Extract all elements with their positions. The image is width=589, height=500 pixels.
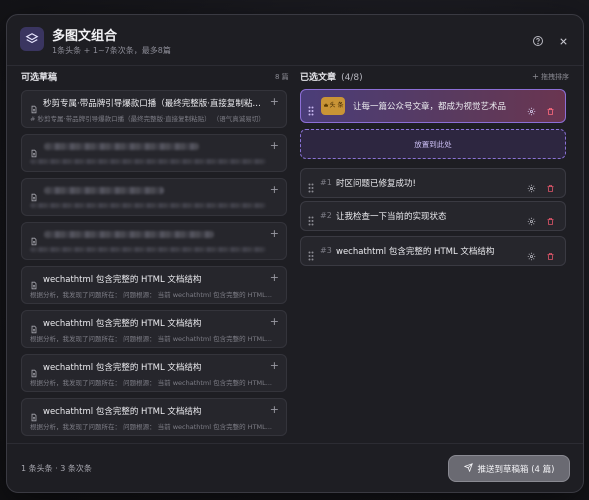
- blurred-snippet: [30, 247, 266, 252]
- draft-card[interactable]: wechathtml 包含完整的 HTML 文档结构根据分析，我发现了问题所在：…: [21, 310, 287, 348]
- push-button-label: 推送到草稿箱 (4 篇): [477, 464, 555, 475]
- article-title: 让我检查一下当前的实现状态: [336, 212, 447, 222]
- drop-zone[interactable]: 放置到此处: [300, 129, 566, 159]
- article-index: #3: [320, 246, 332, 255]
- plus-icon[interactable]: +: [270, 96, 279, 107]
- trash-icon[interactable]: [546, 211, 555, 230]
- blurred-snippet: [30, 203, 266, 208]
- move-icon: [532, 73, 539, 82]
- draft-snippet: 根据分析，我发现了问题所在： 问题根源： 当前 wechathtml 包含完整的…: [30, 335, 272, 343]
- draft-title: wechathtml 包含完整的 HTML 文档结构: [43, 275, 202, 285]
- gear-icon[interactable]: [527, 246, 536, 265]
- article-title: wechathtml 包含完整的 HTML 文档结构: [336, 247, 495, 257]
- plus-icon[interactable]: +: [270, 184, 279, 195]
- plus-icon[interactable]: +: [270, 228, 279, 239]
- draft-title: wechathtml 包含完整的 HTML 文档结构: [43, 363, 202, 373]
- help-circle-icon[interactable]: [530, 33, 546, 49]
- plus-icon[interactable]: +: [270, 272, 279, 283]
- plus-icon[interactable]: +: [270, 140, 279, 151]
- sort-hint: 拖拽排序: [532, 72, 569, 82]
- drag-handle-icon[interactable]: [308, 101, 314, 120]
- layers-icon: [20, 27, 44, 51]
- dialog-header: 多图文组合 1条头条 + 1~7条次条，最多8篇: [7, 15, 583, 65]
- draft-snippet: 根据分析，我发现了问题所在： 问题根源： 当前 wechathtml 包含完整的…: [30, 423, 272, 431]
- blurred-title: [44, 143, 199, 150]
- multi-article-dialog: 多图文组合 1条头条 + 1~7条次条，最多8篇 可选草稿 8 篇 秒剪专属·带…: [6, 14, 584, 493]
- available-count: 8 篇: [275, 73, 289, 81]
- selected-count: (4/8): [341, 73, 363, 83]
- drag-handle-icon[interactable]: [308, 178, 314, 197]
- drag-handle-icon[interactable]: [308, 246, 314, 265]
- plus-icon[interactable]: +: [270, 404, 279, 415]
- headline-article[interactable]: 头 条 让每一篇公众号文章，都成为视觉艺术品: [300, 89, 566, 123]
- blurred-title: [44, 187, 164, 194]
- draft-card[interactable]: +: [21, 134, 287, 172]
- blurred-title: [44, 231, 214, 238]
- crown-icon: [323, 102, 329, 110]
- close-icon[interactable]: [555, 33, 571, 49]
- blurred-snippet: [30, 159, 266, 164]
- headline-badge-text: 头 条: [329, 102, 344, 109]
- article-title: 时区问题已修复成功!: [336, 179, 416, 189]
- header-divider: [7, 65, 583, 66]
- footer-divider: [7, 443, 583, 444]
- trash-icon[interactable]: [546, 246, 555, 265]
- dialog-title: 多图文组合: [52, 29, 118, 44]
- plus-icon[interactable]: +: [270, 360, 279, 371]
- drag-handle-icon[interactable]: [308, 211, 314, 230]
- gear-icon[interactable]: [527, 178, 536, 197]
- draft-card[interactable]: wechathtml 包含完整的 HTML 文档结构根据分析，我发现了问题所在：…: [21, 398, 287, 436]
- footer-summary: 1 条头条 · 3 条次条: [21, 464, 92, 473]
- draft-card[interactable]: 秒剪专属·带品牌引导爆款口播（最终完整版·直接复制粘贴） # 秒剪专属·带品牌引导…: [21, 90, 287, 128]
- available-heading: 可选草稿: [21, 73, 58, 83]
- trash-icon[interactable]: [546, 178, 555, 197]
- headline-thumbnail: 头 条: [321, 97, 345, 115]
- draft-card[interactable]: +: [21, 222, 287, 260]
- selected-article[interactable]: #1 时区问题已修复成功!: [300, 168, 566, 198]
- article-index: #2: [320, 211, 332, 220]
- selected-article[interactable]: #2 让我检查一下当前的实现状态: [300, 201, 566, 231]
- draft-title: 秒剪专属·带品牌引导爆款口播（最终完整版·直接复制粘贴）: [43, 99, 267, 109]
- selected-article[interactable]: #3 wechathtml 包含完整的 HTML 文档结构: [300, 236, 566, 266]
- draft-card[interactable]: +: [21, 178, 287, 216]
- gear-icon[interactable]: [527, 211, 536, 230]
- send-icon: [463, 462, 473, 475]
- headline-title: 让每一篇公众号文章，都成为视觉艺术品: [353, 102, 507, 112]
- draft-snippet: # 秒剪专属·带品牌引导爆款口播（最终完整版·直接复制粘贴） （语气真诚易切）: [30, 115, 265, 123]
- gear-icon[interactable]: [527, 101, 536, 120]
- trash-icon[interactable]: [546, 101, 555, 120]
- push-to-drafts-button[interactable]: 推送到草稿箱 (4 篇): [448, 455, 570, 482]
- dialog-subtitle: 1条头条 + 1~7条次条，最多8篇: [52, 46, 171, 55]
- draft-title: wechathtml 包含完整的 HTML 文档结构: [43, 407, 202, 417]
- draft-card[interactable]: wechathtml 包含完整的 HTML 文档结构根据分析，我发现了问题所在：…: [21, 266, 287, 304]
- draft-card[interactable]: wechathtml 包含完整的 HTML 文档结构根据分析，我发现了问题所在：…: [21, 354, 287, 392]
- selected-heading: 已选文章 (4/8): [300, 73, 363, 83]
- draft-title: wechathtml 包含完整的 HTML 文档结构: [43, 319, 202, 329]
- draft-snippet: 根据分析，我发现了问题所在： 问题根源： 当前 wechathtml 包含完整的…: [30, 379, 272, 387]
- plus-icon[interactable]: +: [270, 316, 279, 327]
- draft-snippet: 根据分析，我发现了问题所在： 问题根源： 当前 wechathtml 包含完整的…: [30, 291, 272, 299]
- article-index: #1: [320, 178, 332, 187]
